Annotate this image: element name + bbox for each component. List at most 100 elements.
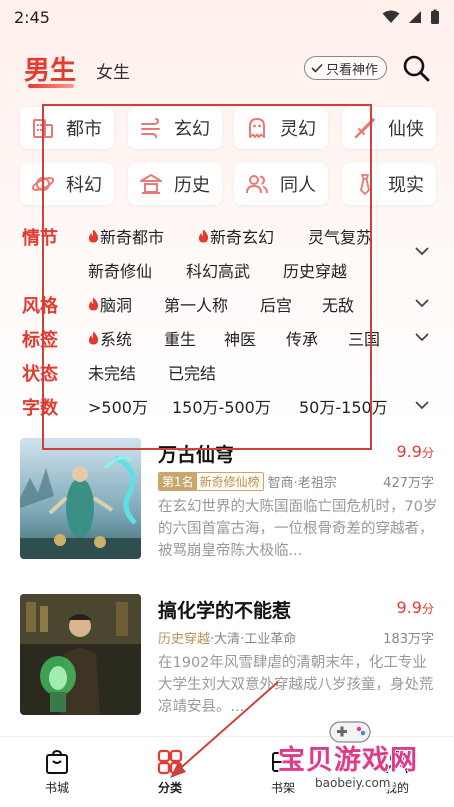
- book-cover[interactable]: [20, 594, 141, 715]
- filter-option[interactable]: 传承: [286, 326, 318, 350]
- fire-icon: [198, 229, 209, 243]
- nav-label: 分类: [157, 781, 182, 795]
- book-description: 在1902年风雪肆虐的清朝末年，化工专业大学生刘大双意外穿越成八岁孩童，身处荒凉…: [158, 655, 434, 715]
- watermark-url: baobeiy.com: [312, 776, 394, 790]
- watermark-text: 宝贝游戏网: [278, 745, 418, 776]
- ghost-icon: [242, 113, 272, 143]
- status-icons: [382, 9, 440, 25]
- book-cover[interactable]: [20, 438, 141, 559]
- active-tab-indicator: [28, 84, 74, 88]
- filter-option[interactable]: 新奇都市: [88, 224, 164, 248]
- only-hits-toggle[interactable]: 只看神作: [304, 56, 388, 80]
- planet-icon: [28, 169, 58, 199]
- tab-female[interactable]: 女生: [96, 58, 130, 83]
- category-label: 都市: [66, 119, 102, 140]
- filter-option[interactable]: 第一人称: [164, 292, 228, 316]
- filter-option[interactable]: 科幻高武: [186, 258, 250, 282]
- book-tags: 智商·老祖宗: [267, 476, 337, 491]
- filter-option[interactable]: 150万-500万: [172, 394, 271, 418]
- filter-row-status: 状态 未完结 已完结: [0, 354, 454, 388]
- filter-option[interactable]: 重生: [164, 326, 196, 350]
- tab-male[interactable]: 男生: [24, 50, 76, 87]
- filter-option[interactable]: 新奇修仙: [88, 258, 152, 282]
- top-tab-bar: 男生 女生 只看神作: [0, 44, 454, 94]
- filter-label-tags: 标签: [22, 330, 58, 351]
- category-label: 仙侠: [388, 119, 424, 140]
- filter-label-style: 风格: [22, 296, 58, 317]
- wifi-icon: [382, 10, 400, 23]
- book-category[interactable]: 历史穿越: [158, 628, 210, 647]
- filter-row-plot: 情节 新奇都市 新奇玄幻 灵气复苏: [0, 218, 454, 252]
- filter-row-tags: 标签 系统 重生 神医 传承 三国: [0, 320, 454, 354]
- category-chip-xianxia[interactable]: 仙侠: [342, 107, 436, 149]
- grid-category-icon: [157, 749, 183, 775]
- filter-row-plot-2: 新奇修仙 科幻高武 历史穿越: [0, 247, 454, 286]
- book-word-count: 183万字: [383, 632, 434, 647]
- filter-option[interactable]: 未完结: [88, 360, 136, 384]
- check-icon: [311, 63, 323, 73]
- signal-icon: [409, 11, 421, 23]
- category-label: 科幻: [66, 175, 102, 196]
- book-word-count: 427万字: [383, 476, 434, 491]
- sword-icon: [350, 113, 380, 143]
- rank-badge[interactable]: 第1名 新奇修仙榜: [158, 472, 264, 491]
- filter-label-words: 字数: [22, 398, 58, 419]
- filter-row-style: 风格 脑洞 第一人称 后宫 无敌: [0, 286, 454, 320]
- category-chip-kehuan[interactable]: 科幻: [20, 163, 114, 205]
- chevron-down-icon[interactable]: [412, 327, 432, 347]
- filter-option[interactable]: 无敌: [322, 292, 354, 316]
- chevron-down-icon[interactable]: [412, 241, 432, 261]
- category-chip-xuanhuan[interactable]: 玄幻: [128, 107, 222, 149]
- filter-option[interactable]: >500万: [88, 394, 148, 418]
- filter-label-status: 状态: [22, 364, 58, 385]
- filter-option[interactable]: 三国: [348, 326, 380, 350]
- fire-icon: [88, 297, 99, 311]
- battery-icon: [431, 9, 439, 24]
- category-chip-tongren[interactable]: 同人: [234, 163, 328, 205]
- tie-icon: [350, 169, 380, 199]
- category-label: 同人: [280, 175, 316, 196]
- category-chip-lishi[interactable]: 历史: [128, 163, 222, 205]
- category-label: 玄幻: [174, 119, 210, 140]
- book-score: 9.9分: [396, 598, 434, 617]
- filter-option[interactable]: 神医: [224, 326, 256, 350]
- nav-label: 书城: [44, 781, 69, 795]
- category-label: 现实: [388, 175, 424, 196]
- chevron-down-icon[interactable]: [412, 395, 432, 415]
- book-title[interactable]: 万古仙穹: [158, 440, 234, 467]
- book-item[interactable]: 搞化学的不能惹 9.9分 历史穿越 ·大清·工业革命 183万字 在1902年风…: [20, 594, 440, 734]
- filter-option[interactable]: 脑洞: [88, 292, 132, 316]
- status-bar: 2:45: [0, 0, 454, 34]
- filter-option[interactable]: 50万-150万: [299, 394, 388, 418]
- pavilion-icon: [136, 169, 166, 199]
- filter-option[interactable]: 灵气复苏: [308, 224, 372, 248]
- book-item[interactable]: 万古仙穹 9.9分 第1名 新奇修仙榜 智商·老祖宗 427万字 在玄幻世界的大陈…: [20, 438, 440, 578]
- category-chip-linghuan[interactable]: 灵幻: [234, 107, 328, 149]
- search-icon[interactable]: [402, 54, 430, 82]
- filter-label-plot: 情节: [22, 228, 58, 249]
- city-building-icon: [28, 113, 58, 143]
- only-hits-label: 只看神作: [326, 62, 379, 78]
- people-icon: [242, 169, 272, 199]
- fire-icon: [88, 331, 99, 345]
- filter-option[interactable]: 历史穿越: [283, 258, 347, 282]
- filter-option[interactable]: 系统: [88, 326, 132, 350]
- bag-icon: [46, 749, 68, 774]
- watermark: 宝贝游戏网 baobeiy.com: [260, 718, 450, 802]
- nav-item-category[interactable]: 分类: [135, 749, 205, 796]
- book-description: 在玄幻世界的大陈国面临亡国危机时，70岁的六国首富古海，一位根骨奇差的穿越者，被…: [158, 499, 438, 559]
- category-chip-dushi[interactable]: 都市: [20, 107, 114, 149]
- wind-swirl-icon: [136, 113, 166, 143]
- fire-icon: [88, 229, 99, 243]
- nav-item-bookstore[interactable]: 书城: [22, 749, 92, 796]
- book-title[interactable]: 搞化学的不能惹: [158, 596, 291, 623]
- filter-option[interactable]: 已完结: [168, 360, 216, 384]
- category-label: 灵幻: [280, 119, 316, 140]
- book-tags: ·大清·工业革命: [210, 632, 297, 647]
- status-time: 2:45: [14, 7, 50, 27]
- chevron-down-icon[interactable]: [412, 293, 432, 313]
- category-chip-xianshi[interactable]: 现实: [342, 163, 436, 205]
- filter-row-words: 字数 >500万 150万-500万 50万-150万: [0, 388, 454, 422]
- filter-option[interactable]: 新奇玄幻: [198, 224, 274, 248]
- filter-option[interactable]: 后宫: [260, 292, 292, 316]
